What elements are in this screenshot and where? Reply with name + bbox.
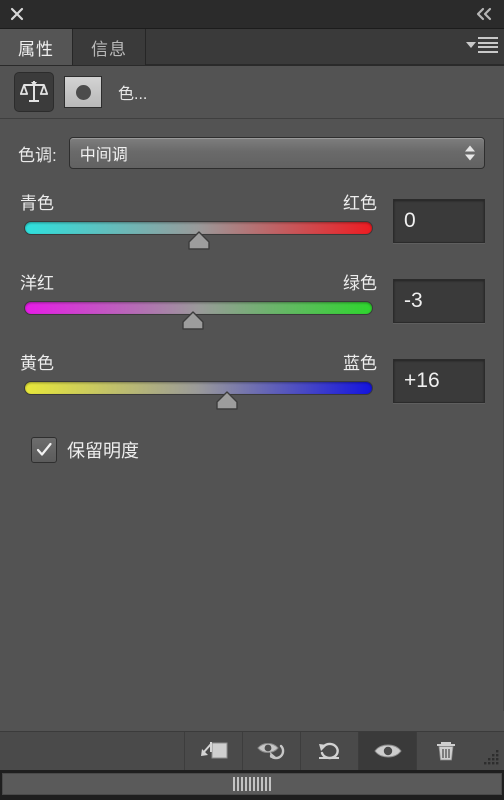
slider-magenta-green: 洋红 绿色 -3 [18, 269, 485, 333]
slider-yellow-blue-track[interactable] [24, 381, 373, 395]
adjustment-header: 色... [0, 66, 504, 119]
slider-cyan-red-value[interactable]: 0 [393, 199, 485, 243]
tab-properties-label: 属性 [18, 39, 54, 59]
panel-body: 色调: 中间调 青色 红色 0 洋红 绿色 -3 黄色 蓝色 +16 保留明度 [0, 119, 504, 711]
slider-cyan-red-right-label: 红色 [343, 194, 377, 213]
slider-cyan-red-track-wrap[interactable] [18, 219, 379, 253]
slider-magenta-green-right-label: 绿色 [343, 274, 377, 293]
toggle-visibility-button[interactable] [358, 732, 416, 770]
slider-yellow-blue-left-label: 黄色 [20, 354, 54, 373]
mask-shape-icon [75, 84, 91, 100]
view-previous-state-button[interactable] [242, 732, 300, 770]
scrollbar-grip-icon [233, 777, 271, 791]
slider-cyan-red-left-label: 青色 [20, 194, 54, 213]
reset-arrow-icon [318, 742, 339, 760]
select-arrows-icon [465, 145, 475, 161]
tab-info[interactable]: 信息 [73, 29, 146, 65]
color-balance-icon[interactable] [14, 72, 54, 112]
tone-select[interactable]: 中间调 [68, 137, 485, 169]
eye-with-arrow-icon [256, 743, 284, 760]
hamburger-menu-icon [478, 37, 498, 53]
adjustment-title: 色... [118, 86, 148, 103]
close-icon [10, 7, 24, 21]
slider-cyan-red-thumb[interactable] [187, 231, 211, 251]
clip-to-layer-button[interactable] [184, 732, 242, 770]
resize-grip-icon [484, 750, 499, 765]
clip-to-layer-icon [200, 742, 227, 759]
trash-icon [436, 742, 455, 761]
slider-cyan-red: 青色 红色 0 [18, 189, 485, 253]
tab-properties[interactable]: 属性 [0, 29, 73, 65]
close-button[interactable] [6, 3, 28, 25]
panel-titlebar [0, 0, 504, 29]
bottom-bar [0, 770, 504, 800]
slider-yellow-blue-track-wrap[interactable] [18, 379, 379, 413]
color-balance-scales-icon [20, 81, 48, 102]
tone-row: 色调: 中间调 [0, 119, 503, 169]
panel-menu-button[interactable] [466, 37, 498, 53]
slider-group: 青色 红色 0 洋红 绿色 -3 黄色 蓝色 +16 [0, 189, 503, 413]
slider-yellow-blue-value[interactable]: +16 [393, 359, 485, 403]
slider-magenta-green-track-wrap[interactable] [18, 299, 379, 333]
chevron-down-icon [466, 42, 476, 48]
preserve-luminosity-label: 保留明度 [67, 441, 139, 461]
slider-yellow-blue: 黄色 蓝色 +16 [18, 349, 485, 413]
double-chevron-left-icon [476, 7, 492, 21]
delete-button[interactable] [416, 732, 474, 770]
collapse-panel-button[interactable] [472, 4, 498, 24]
resize-grip[interactable] [474, 732, 504, 770]
slider-yellow-blue-right-label: 蓝色 [343, 354, 377, 373]
tone-label: 色调: [18, 145, 57, 165]
preserve-luminosity-checkbox[interactable] [31, 437, 57, 463]
tab-info-label: 信息 [91, 39, 127, 59]
layer-mask-thumbnail[interactable] [64, 76, 102, 108]
properties-panel: 属性 信息 色... 色调: 中间调 青色 红色 0 洋红 绿色 -3 黄色 蓝… [0, 0, 504, 800]
slider-yellow-blue-thumb[interactable] [215, 391, 239, 411]
slider-magenta-green-thumb[interactable] [181, 311, 205, 331]
preserve-luminosity-row[interactable]: 保留明度 [0, 413, 503, 463]
panel-footer [0, 731, 504, 770]
eye-icon [373, 744, 402, 758]
tone-select-value: 中间调 [79, 147, 128, 164]
slider-magenta-green-value[interactable]: -3 [393, 279, 485, 323]
checkmark-icon [36, 442, 52, 456]
tab-strip: 属性 信息 [0, 29, 504, 66]
tab-strip-filler [146, 29, 504, 65]
reset-button[interactable] [300, 732, 358, 770]
horizontal-scrollbar[interactable] [2, 773, 502, 795]
slider-magenta-green-left-label: 洋红 [20, 274, 54, 293]
